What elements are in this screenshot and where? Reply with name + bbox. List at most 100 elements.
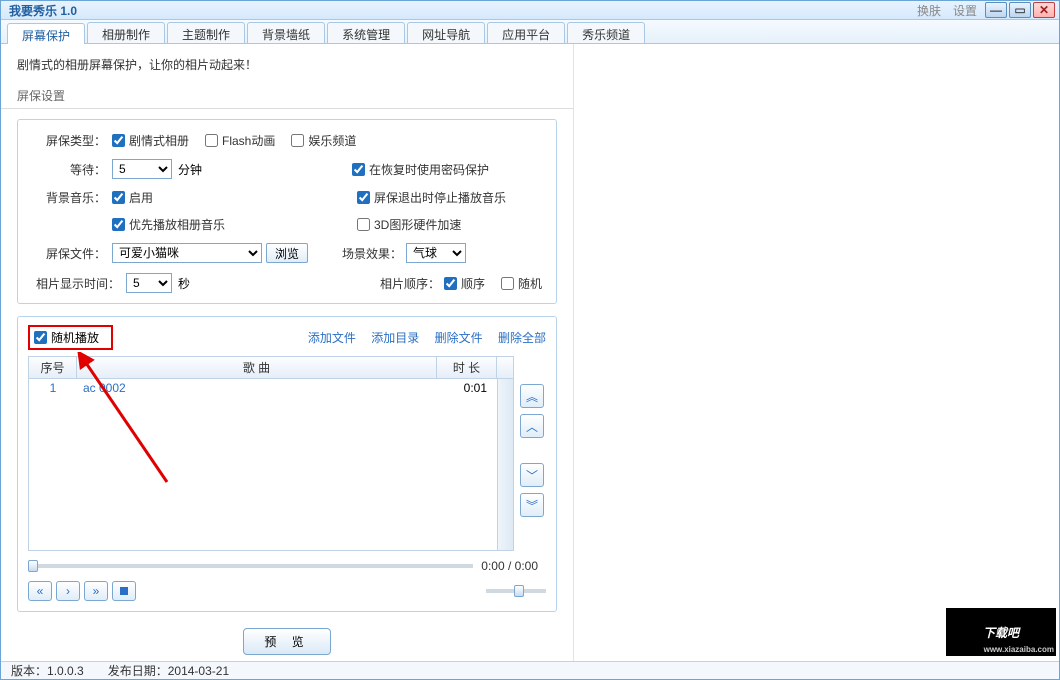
time-display: 0:00 / 0:00 (481, 559, 538, 573)
type-entertain-check[interactable] (291, 134, 304, 147)
random-highlight: 随机播放 (28, 325, 113, 350)
volume-thumb[interactable] (514, 585, 524, 597)
progress-thumb[interactable] (28, 560, 38, 572)
window-title: 我要秀乐 1.0 (5, 2, 911, 19)
down-icon: ﹀ (526, 467, 538, 484)
order-rand-label: 随机 (518, 275, 542, 292)
next-icon: » (93, 584, 100, 598)
version-label: 版本： (11, 662, 47, 679)
left-panel: 剧情式的相册屏幕保护，让你的相片动起来！ 屏保设置 屏保类型： 剧情式相册 Fl… (1, 44, 574, 661)
settings-link[interactable]: 设置 (953, 2, 977, 19)
tab-system[interactable]: 系统管理 (327, 22, 405, 43)
type-drama-label: 剧情式相册 (129, 132, 189, 149)
close-button[interactable]: ✕ (1033, 2, 1055, 18)
move-up-button[interactable]: ︿ (520, 414, 544, 438)
browse-button[interactable]: 浏览 (266, 243, 308, 263)
settings-group: 屏保类型： 剧情式相册 Flash动画 娱乐频道 等待： 5 分钟 在恢复时使用… (17, 119, 557, 304)
scene-select[interactable]: 气球 (406, 243, 466, 263)
playlist-table: 序号 歌 曲 时 长 1 ac 0002 0:01 (28, 356, 514, 551)
section-header: 屏保设置 (1, 83, 573, 109)
volume-slider[interactable] (486, 589, 546, 593)
wait-select[interactable]: 5 (112, 159, 172, 179)
hw3d-label: 3D图形硬件加速 (374, 216, 526, 233)
prev-icon: « (37, 584, 44, 598)
watermark-text: 下载吧 (983, 624, 1019, 641)
move-bottom-button[interactable]: ︾ (520, 493, 544, 517)
del-file-link[interactable]: 删除文件 (435, 331, 483, 345)
type-label: 屏保类型： (32, 132, 106, 149)
order-seq-check[interactable] (444, 277, 457, 290)
tab-wallpaper[interactable]: 背景墙纸 (247, 22, 325, 43)
bgm-prior-label: 优先播放相册音乐 (129, 216, 225, 233)
minimize-button[interactable]: — (985, 2, 1007, 18)
table-row[interactable]: 1 ac 0002 0:01 (29, 379, 513, 397)
status-bar: 版本： 1.0.0.3 发布日期： 2014-03-21 (1, 661, 1059, 679)
playlist-actions: 添加文件 添加目录 删除文件 删除全部 (296, 329, 546, 346)
date-label: 发布日期： (108, 662, 168, 679)
up-icon: ︿ (526, 418, 538, 435)
tab-nav[interactable]: 网址导航 (407, 22, 485, 43)
col-song[interactable]: 歌 曲 (77, 357, 437, 378)
tab-album[interactable]: 相册制作 (87, 22, 165, 43)
type-flash-label: Flash动画 (222, 132, 275, 149)
add-dir-link[interactable]: 添加目录 (371, 331, 419, 345)
intro-text: 剧情式的相册屏幕保护，让你的相片动起来！ (1, 44, 573, 83)
photo-time-label: 相片显示时间： (32, 275, 120, 292)
pw-label: 在恢复时使用密码保护 (369, 161, 489, 178)
bgm-stop-label: 屏保退出时停止播放音乐 (374, 189, 526, 206)
tab-channel[interactable]: 秀乐频道 (567, 22, 645, 43)
file-label: 屏保文件： (32, 245, 106, 262)
progress-slider[interactable] (28, 564, 473, 568)
wait-unit: 分钟 (178, 161, 202, 178)
reorder-buttons: ︽ ︿ ﹀ ︾ (520, 356, 546, 551)
double-down-icon: ︾ (526, 497, 538, 514)
content-area: 剧情式的相册屏幕保护，让你的相片动起来！ 屏保设置 屏保类型： 剧情式相册 Fl… (1, 44, 1059, 661)
random-check[interactable] (34, 331, 47, 344)
prev-button[interactable]: « (28, 581, 52, 601)
add-file-link[interactable]: 添加文件 (308, 331, 356, 345)
bgm-stop-check[interactable] (357, 191, 370, 204)
cell-song: ac 0002 (77, 380, 437, 396)
stop-button[interactable] (112, 581, 136, 601)
col-num[interactable]: 序号 (29, 357, 77, 378)
hw3d-check[interactable] (357, 218, 370, 231)
photo-time-select[interactable]: 5 (126, 273, 172, 293)
del-all-link[interactable]: 删除全部 (498, 331, 546, 345)
play-button[interactable]: › (56, 581, 80, 601)
title-bar: 我要秀乐 1.0 换肤 设置 — ▭ ✕ (1, 1, 1059, 20)
order-seq-label: 顺序 (461, 275, 485, 292)
pw-check[interactable] (352, 163, 365, 176)
bgm-prior-check[interactable] (112, 218, 125, 231)
type-flash-check[interactable] (205, 134, 218, 147)
file-select[interactable]: 可爱小猫咪 (112, 243, 262, 263)
col-dur[interactable]: 时 长 (437, 357, 497, 378)
next-button[interactable]: » (84, 581, 108, 601)
scrollbar[interactable] (497, 379, 513, 550)
scene-label: 场景效果： (340, 245, 402, 262)
order-rand-check[interactable] (501, 277, 514, 290)
maximize-button[interactable]: ▭ (1009, 2, 1031, 18)
order-label: 相片顺序： (378, 275, 440, 292)
bgm-label: 背景音乐： (32, 189, 106, 206)
bgm-enable-check[interactable] (112, 191, 125, 204)
bgm-enable-label: 启用 (129, 189, 153, 206)
move-down-button[interactable]: ﹀ (520, 463, 544, 487)
tab-screensaver[interactable]: 屏幕保护 (7, 23, 85, 44)
play-icon: › (66, 584, 70, 598)
playlist-group: 随机播放 添加文件 添加目录 删除文件 删除全部 序号 歌 曲 时 长 (17, 316, 557, 612)
cell-dur: 0:01 (437, 380, 497, 396)
cell-num: 1 (29, 380, 77, 396)
version-value: 1.0.0.3 (47, 664, 84, 678)
type-drama-check[interactable] (112, 134, 125, 147)
tab-theme[interactable]: 主题制作 (167, 22, 245, 43)
photo-time-unit: 秒 (178, 275, 190, 292)
tab-platform[interactable]: 应用平台 (487, 22, 565, 43)
preview-button[interactable]: 预 览 (243, 628, 330, 655)
col-scroll (497, 357, 513, 378)
random-label: 随机播放 (51, 329, 99, 346)
double-up-icon: ︽ (526, 388, 538, 405)
date-value: 2014-03-21 (168, 664, 229, 678)
skin-link[interactable]: 换肤 (917, 2, 941, 19)
type-entertain-label: 娱乐频道 (308, 132, 356, 149)
move-top-button[interactable]: ︽ (520, 384, 544, 408)
